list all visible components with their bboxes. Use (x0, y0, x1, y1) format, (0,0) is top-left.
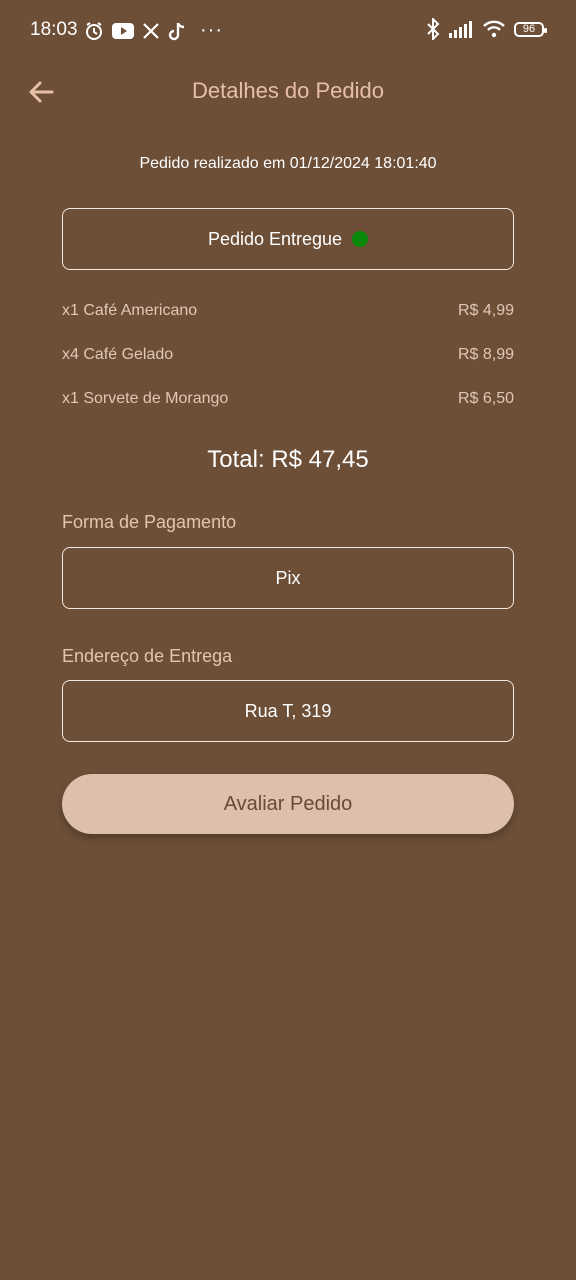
alarm-icon (86, 21, 102, 40)
delivery-address-box: Rua T, 319 (62, 680, 514, 742)
wifi-icon (483, 20, 505, 38)
order-date: Pedido realizado em 01/12/2024 18:01:40 (139, 155, 437, 172)
x-icon (143, 22, 159, 39)
list-item: x1 Café Americano R$ 4,99 (62, 302, 514, 346)
battery-indicator: 96 (514, 21, 547, 37)
app-bar: Detalhes do Pedido (0, 62, 576, 122)
item-label: x1 Sorvete de Morango (62, 390, 229, 407)
list-item: x4 Café Gelado R$ 8,99 (62, 346, 514, 390)
delivery-address-value: Rua T, 319 (244, 700, 332, 721)
signal-icon (449, 21, 472, 38)
item-price: R$ 6,50 (457, 390, 514, 407)
item-label: x1 Café Americano (62, 302, 198, 319)
order-status-label: Pedido Entregue (207, 228, 343, 249)
item-price: R$ 4,99 (457, 302, 514, 319)
rate-order-button[interactable]: Avaliar Pedido (62, 774, 514, 834)
tiktok-icon (168, 22, 185, 40)
order-items-list: x1 Café Americano R$ 4,99 x4 Café Gelado… (62, 302, 514, 434)
payment-method-box: Pix (62, 547, 514, 609)
payment-label: Forma de Pagamento (62, 512, 237, 532)
page-title: Detalhes do Pedido (191, 78, 385, 103)
battery-level: 96 (522, 23, 536, 35)
status-right-icons: 96 (426, 18, 547, 40)
more-notifications: ··· (200, 19, 223, 41)
item-price: R$ 8,99 (457, 346, 514, 363)
youtube-icon (112, 22, 134, 39)
address-label: Endereço de Entrega (62, 646, 233, 666)
order-total: Total: R$ 47,45 (207, 446, 369, 473)
status-time: 18:03 (30, 19, 78, 40)
bluetooth-icon (427, 18, 440, 40)
payment-method-value: Pix (275, 567, 301, 588)
list-item: x1 Sorvete de Morango R$ 6,50 (62, 390, 514, 434)
item-label: x4 Café Gelado (62, 346, 174, 363)
status-bar: 18:03 ··· 96 (0, 0, 576, 62)
order-status-box: Pedido Entregue (62, 208, 514, 270)
status-dot-icon (352, 231, 369, 247)
status-left-icons: ··· (84, 19, 223, 42)
